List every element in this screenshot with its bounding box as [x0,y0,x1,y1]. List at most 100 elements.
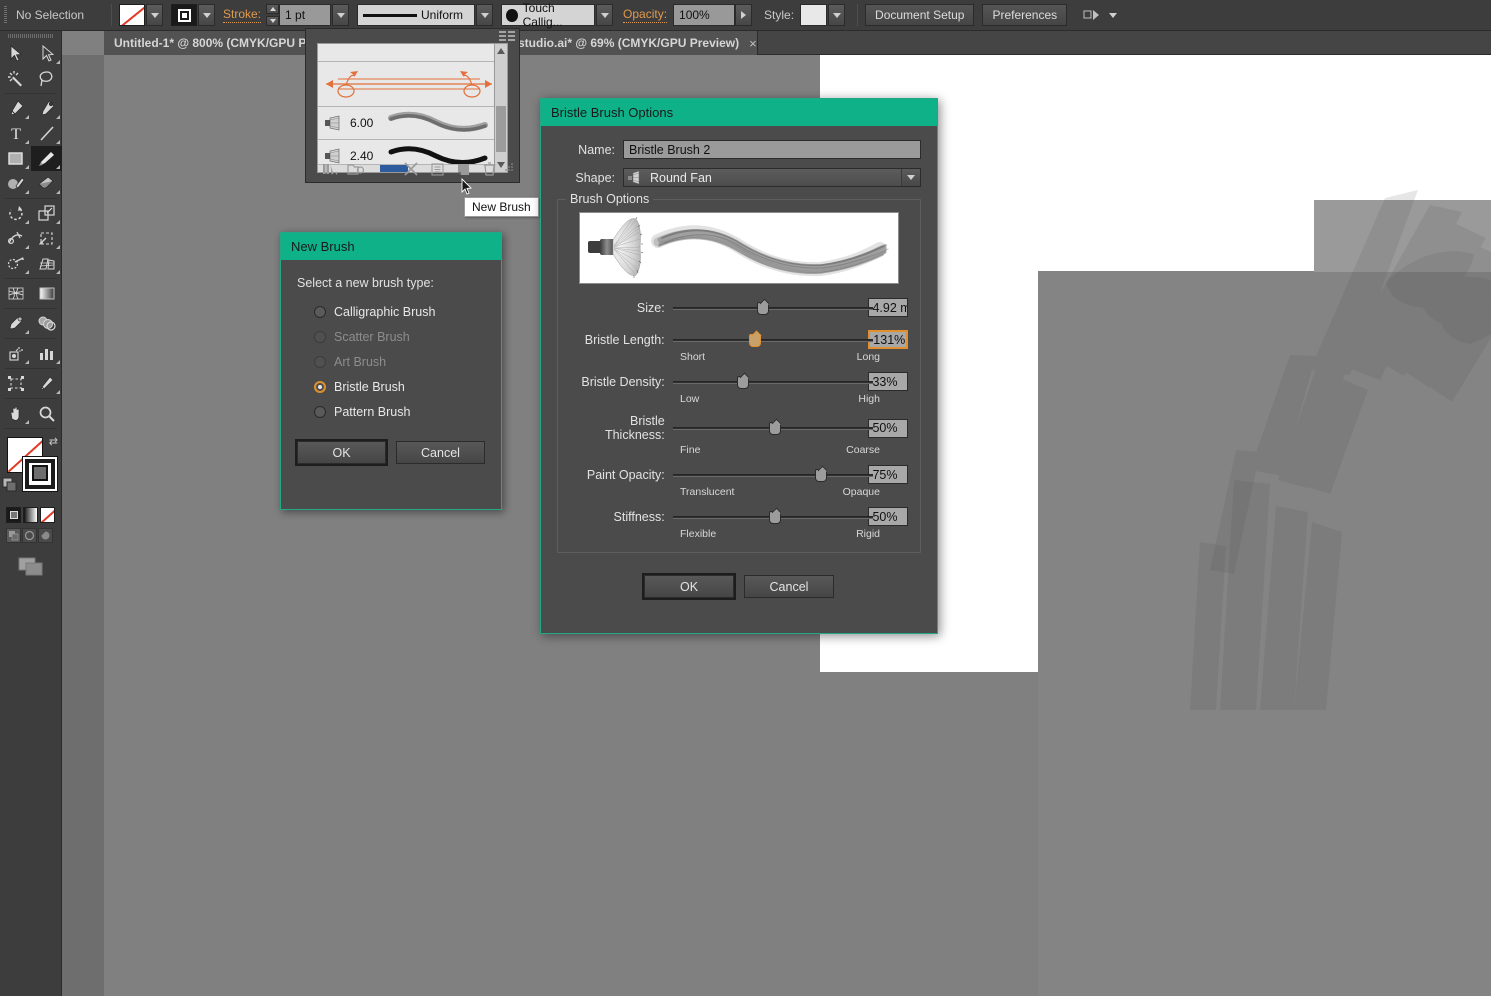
stroke-dropdown[interactable] [198,4,215,26]
radio-pattern-brush[interactable]: Pattern Brush [297,399,485,424]
align-icon[interactable] [1083,7,1101,23]
graphic-style-dropdown[interactable] [828,4,846,26]
stroke-weight-stepper[interactable] [266,4,280,26]
slider-knob[interactable] [768,510,781,524]
stiffness-value[interactable]: 50% [868,507,909,526]
line-segment-tool[interactable] [31,121,62,146]
opacity-flyout[interactable] [735,4,753,26]
bristle-density-slider[interactable] [672,375,873,389]
bristle-cancel-button[interactable]: Cancel [744,575,834,598]
resize-grip[interactable] [503,162,516,176]
bristle-length-slider[interactable] [672,333,873,347]
brushes-scrollbar[interactable] [494,43,508,173]
draw-behind-button[interactable] [22,528,37,543]
stroke-profile-dropdown[interactable] [476,4,494,26]
slice-tool[interactable] [31,371,62,396]
stepper-down[interactable] [266,16,280,26]
rectangle-tool[interactable] [0,146,31,171]
stroke-weight-dropdown[interactable] [332,4,350,26]
draw-normal-button[interactable] [6,528,21,543]
opacity-label[interactable]: Opacity: [623,7,668,23]
lasso-tool[interactable] [31,66,62,91]
stepper-up[interactable] [266,4,280,14]
slider-knob[interactable] [768,422,781,435]
new-brush-icon[interactable] [450,160,476,178]
bristle-density-value[interactable]: 33% [868,372,909,391]
new-brush-cancel-button[interactable]: Cancel [396,441,485,464]
stiffness-slider[interactable] [672,510,873,524]
slider-knob-active[interactable] [748,333,761,347]
column-graph-tool[interactable] [31,341,62,366]
shaper-tool[interactable] [0,171,31,196]
list-item[interactable]: 6.00 [318,107,501,140]
paint-opacity-slider[interactable] [672,468,873,482]
gradient-mode-button[interactable] [23,507,38,523]
stroke-weight-input[interactable]: 1 pt [279,4,332,26]
close-icon[interactable]: × [749,36,757,51]
list-item[interactable] [318,44,501,62]
slider-knob[interactable] [814,468,827,482]
tools-panel-grip[interactable] [0,31,61,41]
control-bar-grip[interactable] [2,3,10,27]
document-setup-button[interactable]: Document Setup [865,4,975,26]
brush-name-input[interactable]: Bristle Brush 2 [623,140,921,159]
type-tool[interactable]: T [0,121,31,146]
radio-bristle-brush[interactable]: Bristle Brush [297,374,485,399]
tab-studio-ai[interactable]: studio.ai* @ 69% (CMYK/GPU Preview) × [508,31,758,55]
size-value[interactable]: 4.92 m [868,298,909,317]
bristle-thickness-value[interactable]: 50% [868,418,909,438]
remove-brush-stroke-icon[interactable] [398,160,424,178]
new-brush-ok-button[interactable]: OK [297,441,386,464]
libraries-panel-icon[interactable] [343,160,369,178]
list-item[interactable] [318,62,501,107]
scroll-up-arrow-icon[interactable] [495,44,507,58]
zoom-tool[interactable] [31,401,62,426]
perspective-grid-tool[interactable] [31,251,62,276]
eyedropper-tool[interactable] [0,311,31,336]
shape-select[interactable]: Round Fan [623,168,921,187]
color-mode-button[interactable] [6,507,21,523]
width-tool[interactable] [0,226,31,251]
scale-tool[interactable] [31,201,62,226]
shape-dropdown-arrow[interactable] [901,169,920,186]
swap-fill-stroke-icon[interactable]: ⇄ [49,435,58,448]
paint-opacity-value[interactable]: 75% [868,465,909,484]
bristle-length-value[interactable]: 131% [868,330,908,349]
blend-tool[interactable] [31,311,62,336]
gradient-tool[interactable] [31,281,62,306]
stroke-color-swatch[interactable] [22,456,58,492]
symbol-sprayer-tool[interactable] [0,341,31,366]
delete-brush-icon[interactable] [477,160,503,178]
tab-untitled-1[interactable]: Untitled-1* @ 800% (CMYK/GPU Prev [104,31,324,55]
draw-inside-button[interactable] [38,528,53,543]
bristle-thickness-slider[interactable] [672,421,873,435]
paintbrush-tool[interactable] [31,146,62,171]
brushes-panel[interactable]: 6.00 2.40 [305,28,520,183]
scrollbar-thumb[interactable] [496,106,506,152]
radio-calligraphic-brush[interactable]: Calligraphic Brush [297,299,485,324]
brush-libraries-icon[interactable] [317,160,343,178]
selection-tool[interactable] [0,41,31,66]
curvature-tool[interactable] [31,96,62,121]
hand-tool[interactable] [0,401,31,426]
mesh-tool[interactable] [0,281,31,306]
stroke-swatch[interactable] [171,4,197,26]
screen-mode-button[interactable] [0,557,61,577]
size-slider[interactable] [672,301,873,315]
fill-swatch[interactable] [119,4,145,26]
none-mode-button[interactable] [40,507,55,523]
fill-dropdown[interactable] [146,4,163,26]
direct-selection-tool[interactable] [31,41,62,66]
free-transform-tool[interactable] [31,226,62,251]
bristle-ok-button[interactable]: OK [644,575,734,598]
chevron-down-icon[interactable] [1109,12,1118,18]
brush-definition-select[interactable]: Touch Callig... [501,1,596,29]
brush-definition-dropdown[interactable] [596,4,614,26]
slider-knob[interactable] [756,301,769,315]
artboard-tool[interactable] [0,371,31,396]
options-icon[interactable] [424,160,450,178]
opacity-input[interactable]: 100% [673,4,736,26]
eraser-tool[interactable] [31,171,62,196]
preferences-button[interactable]: Preferences [982,4,1068,26]
slider-knob[interactable] [736,375,749,389]
